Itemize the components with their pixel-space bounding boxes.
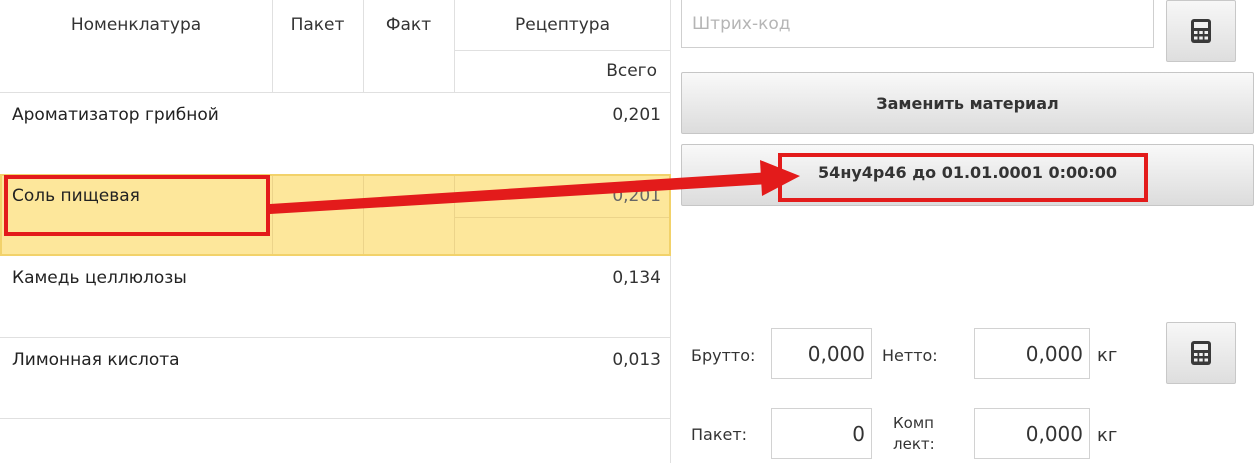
row-name: Камедь целлюлозы bbox=[12, 268, 187, 288]
table-row[interactable]: Ароматизатор грибной 0,201 bbox=[0, 93, 671, 175]
annotation-highlight-row bbox=[4, 175, 270, 236]
row-total: 0,134 bbox=[612, 268, 661, 288]
grid-line bbox=[454, 50, 671, 51]
row-total: 0,013 bbox=[612, 350, 661, 370]
net-field[interactable]: 0,000 bbox=[974, 328, 1090, 379]
kit-label-line2: лект: bbox=[893, 435, 935, 453]
column-header-total[interactable]: Всего bbox=[454, 50, 671, 92]
net-label: Нетто: bbox=[882, 346, 938, 365]
table-row[interactable]: Камедь целлюлозы 0,134 bbox=[0, 256, 671, 338]
barcode-calculator-button[interactable] bbox=[1166, 0, 1236, 62]
kit-label-line1: Комп bbox=[893, 414, 934, 432]
kit-field[interactable]: 0,000 bbox=[974, 408, 1090, 459]
replace-material-button[interactable]: Заменить материал bbox=[681, 72, 1254, 134]
row-total: 0,201 bbox=[612, 186, 661, 206]
column-header-package[interactable]: Пакет bbox=[272, 0, 363, 50]
grid-line bbox=[454, 176, 455, 254]
calculator-icon bbox=[1191, 19, 1211, 43]
row-total: 0,201 bbox=[612, 105, 661, 125]
row-name: Лимонная кислота bbox=[12, 350, 180, 370]
column-header-recipe[interactable]: Рецептура bbox=[454, 0, 671, 50]
calculator-icon bbox=[1191, 341, 1211, 365]
gross-field[interactable]: 0,000 bbox=[771, 328, 872, 379]
grid-line bbox=[0, 418, 671, 419]
grid-line bbox=[363, 176, 364, 254]
kit-label: Комп лект: bbox=[893, 413, 935, 455]
grid-line bbox=[272, 0, 273, 92]
barcode-input[interactable] bbox=[681, 0, 1154, 48]
package-label: Пакет: bbox=[691, 425, 748, 444]
annotation-highlight-batch bbox=[778, 153, 1148, 202]
grid-line bbox=[272, 176, 273, 254]
column-header-fact[interactable]: Факт bbox=[363, 0, 454, 50]
grid-line bbox=[454, 0, 455, 92]
net-unit: кг bbox=[1097, 345, 1118, 366]
table-row[interactable]: Лимонная кислота 0,013 bbox=[0, 338, 671, 420]
gross-label: Брутто: bbox=[691, 346, 756, 365]
column-header-nomenclature[interactable]: Номенклатура bbox=[0, 0, 272, 50]
row-name: Ароматизатор грибной bbox=[12, 105, 219, 125]
weight-calculator-button[interactable] bbox=[1166, 322, 1236, 384]
grid-line bbox=[363, 0, 364, 92]
kit-unit: кг bbox=[1097, 425, 1118, 446]
package-field[interactable]: 0 bbox=[771, 408, 872, 459]
grid-line bbox=[454, 217, 669, 218]
